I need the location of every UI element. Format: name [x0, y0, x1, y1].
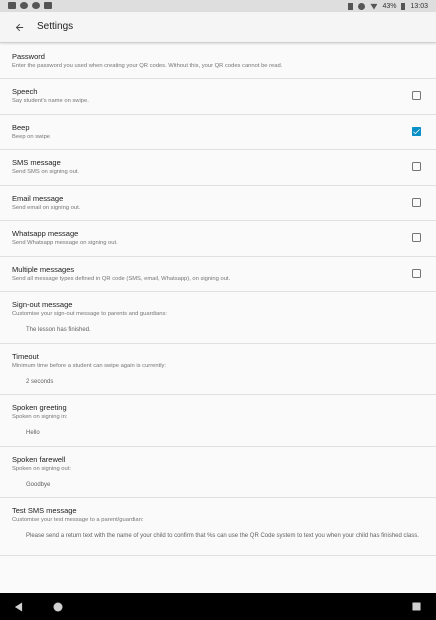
mail-notification-icon: [8, 2, 16, 9]
wifi-icon: [370, 3, 378, 10]
battery-level: 43%: [382, 2, 397, 10]
setting-sms[interactable]: SMS message Send SMS on signing out.: [0, 150, 436, 186]
bluetooth-icon: [348, 2, 354, 10]
arrow-back-icon: [15, 23, 23, 31]
clock: 13:03: [410, 2, 428, 10]
setting-summary: Beep on swipe: [12, 133, 51, 140]
setting-summary: Send all message types defined in QR cod…: [12, 275, 231, 282]
back-button[interactable]: [10, 18, 28, 36]
status-bar: 43% 13:03: [0, 0, 436, 12]
setting-title: Beep: [12, 122, 30, 132]
setting-title: Spoken farewell: [12, 454, 66, 464]
email-checkbox[interactable]: [412, 197, 421, 207]
setting-title: Sign-out message: [12, 300, 73, 309]
speech-checkbox[interactable]: [412, 91, 421, 100]
setting-title: Multiple messages: [12, 264, 75, 274]
setting-multiple-messages[interactable]: Multiple messages Send all message types…: [0, 257, 436, 292]
setting-spoken-farewell[interactable]: Spoken farewell Spoken on signing out: G…: [0, 447, 436, 498]
navigation-bar: [0, 593, 436, 620]
whatsapp-checkbox[interactable]: [412, 233, 421, 242]
setting-summary: Minimum time before a student can swipe …: [12, 362, 167, 369]
setting-value: Goodbye: [26, 481, 51, 488]
nav-home-button[interactable]: [52, 601, 63, 612]
checkmark-icon: [412, 126, 421, 136]
beep-checkbox[interactable]: [412, 126, 421, 136]
setting-value: The lesson has finished.: [26, 327, 91, 333]
setting-title: Password: [12, 52, 45, 61]
setting-title: Whatsapp message: [12, 229, 79, 238]
setting-title: Spoken greeting: [12, 403, 67, 412]
notification-icons: [8, 2, 52, 9]
setting-timeout[interactable]: Timeout Minimum time before a student ca…: [0, 344, 436, 395]
setting-value: Hello: [26, 430, 40, 436]
multiple-messages-checkbox[interactable]: [412, 268, 421, 278]
setting-summary: Customise your test message to a parent/…: [12, 517, 144, 523]
setting-title: Test SMS message: [12, 506, 77, 515]
setting-summary: Enter the password you used when creatin…: [12, 63, 283, 69]
setting-spoken-greeting[interactable]: Spoken greeting Spoken on signing in: He…: [0, 395, 436, 447]
app-bar: Settings: [0, 12, 436, 43]
setting-password[interactable]: Password Enter the password you used whe…: [0, 44, 436, 79]
setting-value: 2 seconds: [26, 378, 54, 385]
setting-summary: Send SMS on signing out.: [12, 169, 80, 175]
setting-title: SMS message: [12, 158, 61, 167]
nav-back-button[interactable]: [13, 601, 24, 612]
do-not-disturb-icon: [358, 2, 366, 10]
settings-notification-icon: [32, 2, 40, 9]
setting-summary: Say student's name on swipe.: [12, 98, 89, 104]
setting-summary: Send email on signing out.: [12, 204, 81, 211]
setting-whatsapp[interactable]: Whatsapp message Send Whatsapp message o…: [0, 221, 436, 257]
setting-value: Please send a return text with the name …: [26, 533, 419, 539]
nav-home-icon: [53, 602, 62, 611]
nav-recents-button[interactable]: [411, 601, 422, 612]
battery-icon: [401, 2, 406, 10]
setting-email[interactable]: Email message Send email on signing out.: [0, 186, 436, 221]
setting-summary: Spoken on signing in:: [12, 414, 68, 420]
nav-recents-icon: [412, 602, 421, 611]
setting-beep[interactable]: Beep Beep on swipe: [0, 115, 436, 150]
sync-notification-icon: [20, 2, 28, 9]
page-title: Settings: [37, 21, 74, 32]
setting-summary: Send Whatsapp message on signing out.: [12, 240, 118, 246]
setting-title: Email message: [12, 193, 64, 203]
image-notification-icon: [44, 2, 52, 9]
setting-summary: Spoken on signing out:: [12, 465, 71, 472]
setting-title: Speech: [12, 87, 38, 96]
setting-signout-message[interactable]: Sign-out message Customise your sign-out…: [0, 292, 436, 344]
setting-test-sms-message[interactable]: Test SMS message Customise your test mes…: [0, 498, 436, 556]
sms-checkbox[interactable]: [412, 162, 421, 171]
setting-title: Timeout: [12, 351, 39, 361]
settings-list: Password Enter the password you used whe…: [0, 44, 436, 556]
setting-speech[interactable]: Speech Say student's name on swipe.: [0, 79, 436, 115]
system-icons: 43% 13:03: [348, 0, 428, 12]
nav-back-icon: [14, 602, 23, 611]
setting-summary: Customise your sign-out message to paren…: [12, 311, 167, 317]
